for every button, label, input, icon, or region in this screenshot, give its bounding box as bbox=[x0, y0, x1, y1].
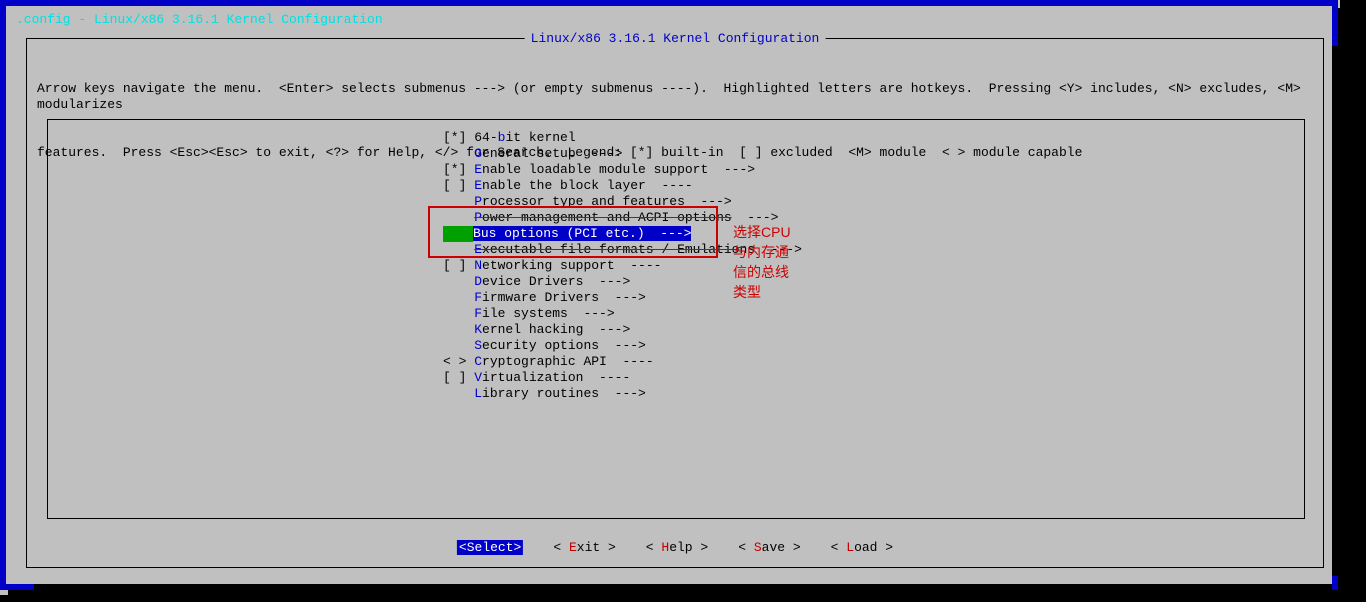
menu-area: 选择CPU与内存通信的总线类型 [*] 64-bit kernel Genera… bbox=[47, 119, 1305, 519]
help-button[interactable]: < Help > bbox=[646, 540, 708, 555]
menu-item[interactable]: File systems ---> bbox=[443, 306, 802, 322]
menu-list: 选择CPU与内存通信的总线类型 [*] 64-bit kernel Genera… bbox=[443, 130, 802, 402]
load-button[interactable]: < Load > bbox=[831, 540, 893, 555]
annotation-text: 选择CPU与内存通信的总线类型 bbox=[733, 222, 802, 302]
select-button[interactable]: <Select> bbox=[457, 540, 523, 555]
menu-item[interactable]: Processor type and features ---> bbox=[443, 194, 802, 210]
window-title: .config - Linux/x86 3.16.1 Kernel Config… bbox=[16, 12, 383, 27]
main-panel: Linux/x86 3.16.1 Kernel Configuration Ar… bbox=[26, 38, 1324, 568]
outer-border: .config - Linux/x86 3.16.1 Kernel Config… bbox=[0, 0, 1338, 590]
menu-item[interactable]: < > Cryptographic API ---- bbox=[443, 354, 802, 370]
panel-title: Linux/x86 3.16.1 Kernel Configuration bbox=[525, 31, 826, 46]
menu-item[interactable]: [*] 64-bit kernel bbox=[443, 130, 802, 146]
shadow bbox=[8, 590, 1348, 598]
terminal-window: .config - Linux/x86 3.16.1 Kernel Config… bbox=[0, 0, 1340, 595]
menu-item[interactable]: [*] Enable loadable module support ---> bbox=[443, 162, 802, 178]
button-bar: <Select> < Exit > < Help > < Save > < Lo… bbox=[457, 540, 893, 555]
menu-item[interactable]: General setup ---> bbox=[443, 146, 802, 162]
help-line-1: Arrow keys navigate the menu. <Enter> se… bbox=[37, 81, 1313, 113]
shadow bbox=[1338, 8, 1348, 593]
menu-item[interactable]: [ ] Virtualization ---- bbox=[443, 370, 802, 386]
menu-item[interactable]: Library routines ---> bbox=[443, 386, 802, 402]
menu-item[interactable]: Security options ---> bbox=[443, 338, 802, 354]
menu-item[interactable]: Bus options (PCI etc.) ---> bbox=[443, 226, 691, 242]
save-button[interactable]: < Save > bbox=[738, 540, 800, 555]
exit-button[interactable]: < Exit > bbox=[553, 540, 615, 555]
menu-item[interactable]: Kernel hacking ---> bbox=[443, 322, 802, 338]
menu-item[interactable]: [ ] Enable the block layer ---- bbox=[443, 178, 802, 194]
